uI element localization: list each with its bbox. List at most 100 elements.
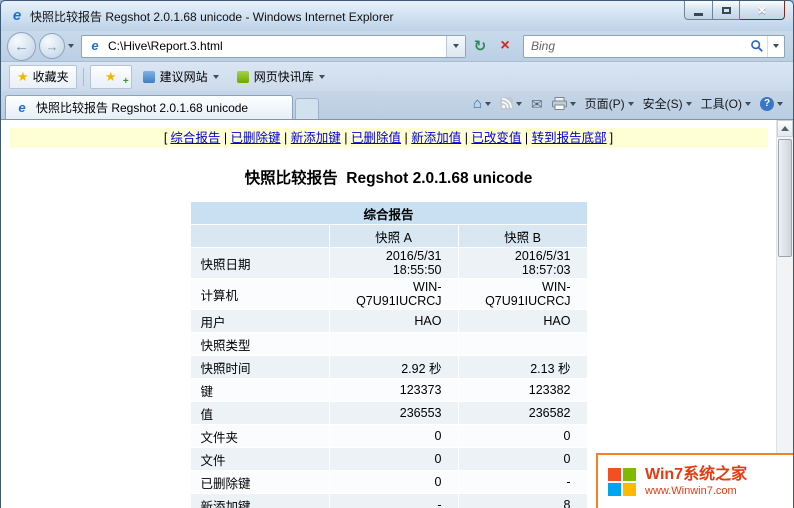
- window-title: 快照比较报告 Regshot 2.0.1.68 unicode - Window…: [30, 8, 394, 25]
- recent-pages-dropdown-icon[interactable]: [68, 44, 74, 48]
- snapshot-a-value: 123373: [330, 379, 458, 401]
- maximize-button[interactable]: [713, 1, 740, 20]
- row-label: 值: [191, 402, 329, 424]
- chevron-down-icon: [319, 75, 325, 79]
- help-menu[interactable]: ?: [760, 97, 783, 111]
- window-titlebar[interactable]: e 快照比较报告 Regshot 2.0.1.68 unicode - Wind…: [1, 1, 793, 31]
- snapshot-a-value: 0: [330, 471, 458, 493]
- snapshot-b-value: -: [459, 471, 587, 493]
- search-input[interactable]: Bing: [531, 39, 747, 53]
- web-slice-gallery-button[interactable]: 网页快讯库: [230, 66, 332, 88]
- snapshot-b-value: 236582: [459, 402, 587, 424]
- summary-table: 综合报告 快照 A 快照 B 快照日期2016/5/31 18:55:50201…: [190, 201, 588, 508]
- tab-title: 快照比较报告 Regshot 2.0.1.68 unicode: [36, 99, 248, 116]
- separator: [83, 68, 84, 86]
- back-button[interactable]: ←: [7, 32, 36, 61]
- chevron-down-icon: [777, 102, 783, 106]
- favorites-button[interactable]: ★ 收藏夹: [9, 65, 77, 89]
- report-nav-link[interactable]: 已删除键: [231, 131, 281, 145]
- chevron-down-icon: [628, 102, 634, 106]
- link-separator: |: [281, 131, 291, 145]
- mail-icon: ✉: [531, 97, 543, 111]
- table-row: 值236553236582: [191, 402, 587, 424]
- favorites-label: 收藏夹: [33, 68, 69, 85]
- safety-menu[interactable]: 安全(S): [643, 95, 692, 112]
- table-row: 用户HAOHAO: [191, 310, 587, 332]
- row-label: 快照类型: [191, 333, 329, 355]
- tab-report[interactable]: e 快照比较报告 Regshot 2.0.1.68 unicode: [5, 95, 293, 119]
- column-header-b: 快照 B: [459, 225, 587, 247]
- print-button[interactable]: [552, 97, 576, 110]
- page-menu[interactable]: 页面(P): [585, 95, 634, 112]
- close-button[interactable]: ×: [740, 1, 785, 20]
- vertical-scrollbar[interactable]: [776, 120, 793, 508]
- bracket-close: ]: [610, 131, 613, 145]
- caption-buttons: ×: [684, 1, 785, 20]
- command-bar: ⌂ ✉ 页面(P) 安全(S) 工具(O): [473, 91, 793, 119]
- chevron-down-icon: [516, 102, 522, 106]
- minimize-button[interactable]: [684, 1, 713, 20]
- page-menu-label: 页面(P): [585, 95, 625, 112]
- address-dropdown-button[interactable]: [446, 36, 465, 57]
- read-mail-button[interactable]: ✉: [531, 97, 543, 111]
- add-favorite-button[interactable]: ★ +: [90, 65, 132, 89]
- chevron-down-icon: [453, 44, 459, 48]
- link-separator: |: [521, 131, 531, 145]
- browser-viewport: [综合报告 | 已删除键 | 新添加键 | 已删除值 | 新添加值 | 已改变值…: [1, 119, 793, 508]
- address-input[interactable]: C:\Hive\Report.3.html: [108, 39, 446, 53]
- link-separator: |: [220, 131, 230, 145]
- scrollbar-thumb[interactable]: [778, 139, 792, 257]
- stop-button[interactable]: ×: [494, 35, 516, 57]
- watermark-title: Win7系统之家: [645, 465, 747, 484]
- scroll-up-button[interactable]: [777, 120, 793, 137]
- snapshot-a-value: -: [330, 494, 458, 508]
- suggested-sites-button[interactable]: 建议网站: [136, 66, 226, 88]
- address-bar[interactable]: e C:\Hive\Report.3.html: [81, 35, 466, 58]
- home-button[interactable]: ⌂: [473, 96, 491, 111]
- snapshot-a-value: 0: [330, 448, 458, 470]
- help-icon: ?: [760, 97, 774, 111]
- column-header-a: 快照 A: [330, 225, 458, 247]
- row-label: 快照日期: [191, 248, 329, 278]
- web-slice-gallery-label: 网页快讯库: [254, 68, 314, 85]
- snapshot-a-value: 2016/5/31 18:55:50: [330, 248, 458, 278]
- report-nav-link[interactable]: 新添加键: [291, 131, 341, 145]
- snapshot-a-value: 236553: [330, 402, 458, 424]
- refresh-button[interactable]: ↻: [469, 35, 491, 57]
- snapshot-a-value: 2.92 秒: [330, 356, 458, 378]
- back-icon: ←: [14, 38, 29, 55]
- report-nav-link[interactable]: 已改变值: [471, 131, 521, 145]
- tools-menu[interactable]: 工具(O): [701, 95, 751, 112]
- report-nav-link[interactable]: 转到报告底部: [532, 131, 607, 145]
- report-nav-link[interactable]: 综合报告: [170, 131, 220, 145]
- table-row: 已删除键0-: [191, 471, 587, 493]
- feeds-button[interactable]: [500, 97, 522, 110]
- report-nav-link[interactable]: 已删除值: [351, 131, 401, 145]
- table-title: 综合报告: [191, 202, 587, 224]
- forward-button[interactable]: →: [39, 33, 65, 59]
- row-label: 新添加键: [191, 494, 329, 508]
- search-box[interactable]: Bing: [523, 35, 785, 58]
- new-tab-button[interactable]: [295, 98, 319, 119]
- search-dropdown-button[interactable]: [767, 36, 784, 57]
- suggested-sites-label: 建议网站: [160, 68, 208, 85]
- row-label: 用户: [191, 310, 329, 332]
- snapshot-b-value: 2.13 秒: [459, 356, 587, 378]
- search-icon[interactable]: [747, 39, 767, 53]
- navigation-bar: ← → e C:\Hive\Report.3.html ↻ × Bing: [1, 31, 793, 61]
- snapshot-a-value: HAO: [330, 310, 458, 332]
- refresh-icon: ↻: [474, 37, 487, 55]
- web-slice-icon: [237, 71, 249, 83]
- snapshot-b-value: 2016/5/31 18:57:03: [459, 248, 587, 278]
- table-row: 计算机WIN-Q7U91IUCRCJWIN-Q7U91IUCRCJ: [191, 279, 587, 309]
- plus-icon: +: [123, 77, 129, 86]
- table-row: 新添加键-8: [191, 494, 587, 508]
- report-nav-link[interactable]: 新添加值: [411, 131, 461, 145]
- feed-icon: [500, 97, 513, 110]
- watermark: Win7系统之家 www.Winwin7.com: [596, 453, 793, 508]
- windows-flag-icon: [608, 468, 636, 496]
- snapshot-b-value: WIN-Q7U91IUCRCJ: [459, 279, 587, 309]
- chevron-down-icon: [570, 102, 576, 106]
- snapshot-a-value: [330, 333, 458, 355]
- report-nav: [综合报告 | 已删除键 | 新添加键 | 已删除值 | 新添加值 | 已改变值…: [9, 128, 768, 148]
